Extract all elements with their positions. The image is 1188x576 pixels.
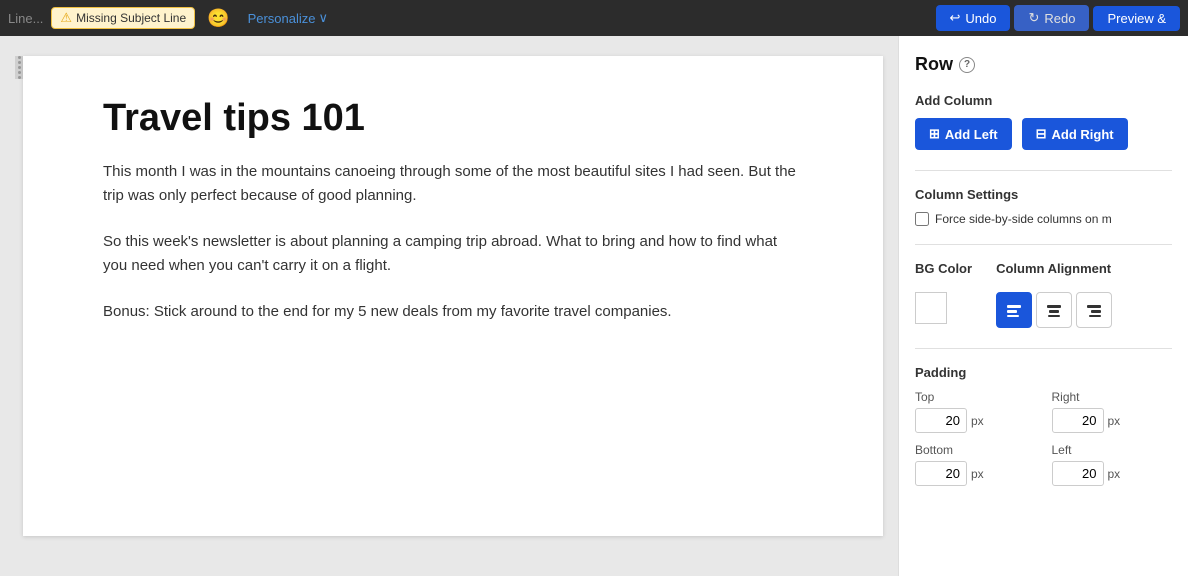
resize-dot — [18, 76, 21, 79]
resize-dot — [18, 56, 21, 59]
panel-section-title: Row ? — [915, 54, 1172, 75]
divider-2 — [915, 244, 1172, 245]
email-title: Travel tips 101 — [103, 96, 803, 142]
align-right-button[interactable] — [1076, 292, 1112, 328]
padding-right-label: Right — [1052, 390, 1173, 404]
preview-button[interactable]: Preview & — [1093, 6, 1180, 31]
add-left-button[interactable]: ⊞ Add Left — [915, 118, 1012, 150]
add-column-label: Add Column — [915, 93, 1172, 108]
padding-top-px: px — [971, 414, 984, 428]
padding-bottom-input-row: px — [915, 461, 1036, 486]
toolbar-right: ↩ Undo ↻ Redo Preview & — [936, 5, 1181, 31]
bg-color-section: BG Color — [915, 261, 972, 324]
padding-right-group: Right px — [1052, 390, 1173, 433]
canvas-area: Travel tips 101 This month I was in the … — [0, 36, 898, 576]
missing-subject-badge[interactable]: ⚠ Missing Subject Line — [51, 7, 195, 29]
email-paragraph-2: So this week's newsletter is about plann… — [103, 230, 803, 278]
force-side-by-side-label: Force side-by-side columns on m — [935, 212, 1112, 226]
padding-right-input-row: px — [1052, 408, 1173, 433]
personalize-button[interactable]: Personalize ∨ — [242, 8, 334, 28]
padding-left-input-row: px — [1052, 461, 1173, 486]
padding-left-input[interactable] — [1052, 461, 1104, 486]
alignment-buttons — [996, 292, 1112, 328]
undo-icon: ↩ — [950, 10, 961, 26]
force-side-by-side-checkbox[interactable] — [915, 212, 929, 226]
warning-icon: ⚠ — [60, 10, 72, 26]
padding-bottom-input[interactable] — [915, 461, 967, 486]
column-settings-label: Column Settings — [915, 187, 1172, 202]
left-resize-handle[interactable] — [15, 56, 23, 79]
padding-top-input-row: px — [915, 408, 1036, 433]
bg-color-swatch[interactable] — [915, 292, 947, 324]
add-column-row: ⊞ Add Left ⊟ Add Right — [915, 118, 1172, 150]
chevron-down-icon: ∨ — [319, 10, 329, 26]
padding-top-label: Top — [915, 390, 1036, 404]
right-panel: Row ? Add Column ⊞ Add Left ⊟ Add Right … — [898, 36, 1188, 576]
undo-button[interactable]: ↩ Undo — [936, 5, 1011, 31]
align-center-button[interactable] — [1036, 292, 1072, 328]
align-center-icon — [1045, 301, 1063, 319]
subject-line-placeholder[interactable]: Line... — [8, 11, 43, 26]
main-layout: Travel tips 101 This month I was in the … — [0, 36, 1188, 576]
padding-right-px: px — [1108, 414, 1121, 428]
padding-grid: Top px Right px Bottom — [915, 390, 1172, 486]
email-canvas: Travel tips 101 This month I was in the … — [23, 56, 883, 536]
padding-top-input[interactable] — [915, 408, 967, 433]
emoji-button[interactable]: 😊 — [203, 6, 233, 31]
divider-3 — [915, 348, 1172, 349]
padding-left-group: Left px — [1052, 443, 1173, 486]
resize-dot — [18, 66, 21, 69]
force-side-by-side-row: Force side-by-side columns on m — [915, 212, 1172, 226]
add-right-label: Add Right — [1052, 127, 1114, 142]
email-paragraph-1: This month I was in the mountains canoei… — [103, 160, 803, 208]
add-right-icon: ⊟ — [1036, 126, 1047, 142]
redo-button[interactable]: ↻ Redo — [1014, 5, 1089, 31]
column-alignment-label: Column Alignment — [996, 261, 1112, 276]
redo-icon: ↻ — [1028, 10, 1039, 26]
personalize-label: Personalize — [248, 11, 316, 26]
add-left-label: Add Left — [945, 127, 998, 142]
padding-bottom-label: Bottom — [915, 443, 1036, 457]
undo-label: Undo — [965, 11, 996, 26]
padding-bottom-px: px — [971, 467, 984, 481]
resize-dot — [18, 71, 21, 74]
align-left-button[interactable] — [996, 292, 1032, 328]
add-right-button[interactable]: ⊟ Add Right — [1022, 118, 1128, 150]
row-label: Row — [915, 54, 953, 75]
bg-color-label: BG Color — [915, 261, 972, 276]
align-right-icon — [1085, 301, 1103, 319]
help-icon[interactable]: ? — [959, 57, 975, 73]
toolbar: Line... ⚠ Missing Subject Line 😊 Persona… — [0, 0, 1188, 36]
bg-align-row: BG Color Column Alignment — [915, 261, 1172, 328]
padding-title: Padding — [915, 365, 1172, 380]
missing-subject-label: Missing Subject Line — [76, 11, 186, 25]
padding-left-label: Left — [1052, 443, 1173, 457]
align-left-icon — [1005, 301, 1023, 319]
padding-right-input[interactable] — [1052, 408, 1104, 433]
padding-left-px: px — [1108, 467, 1121, 481]
add-left-icon: ⊞ — [929, 126, 940, 142]
padding-section: Padding Top px Right px — [915, 365, 1172, 486]
padding-top-group: Top px — [915, 390, 1036, 433]
toolbar-left: Line... ⚠ Missing Subject Line 😊 Persona… — [8, 6, 928, 31]
divider-1 — [915, 170, 1172, 171]
redo-label: Redo — [1044, 11, 1075, 26]
resize-dot — [18, 61, 21, 64]
padding-bottom-group: Bottom px — [915, 443, 1036, 486]
column-alignment-section: Column Alignment — [996, 261, 1112, 328]
email-paragraph-3: Bonus: Stick around to the end for my 5 … — [103, 300, 803, 324]
